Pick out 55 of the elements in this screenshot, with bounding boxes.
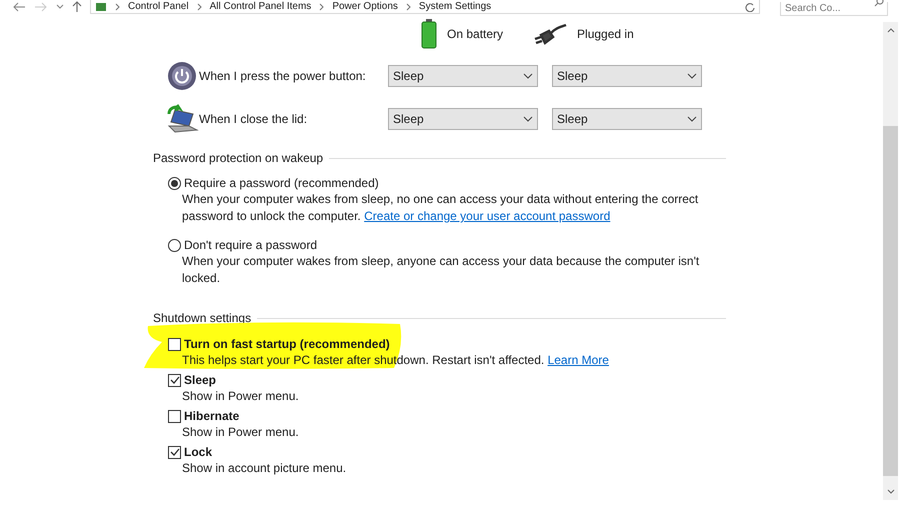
chevron-down-icon bbox=[687, 72, 697, 78]
plug-icon bbox=[533, 23, 568, 45]
power-icon bbox=[167, 60, 197, 90]
back-arrow-icon[interactable] bbox=[12, 2, 26, 12]
chevron-down-icon bbox=[523, 116, 533, 122]
option-description: Show in Power menu. bbox=[181, 424, 300, 441]
dropdown[interactable]: Sleep bbox=[552, 108, 702, 130]
breadcrumb-item[interactable]: Control Panel bbox=[128, 0, 189, 12]
checkbox-label[interactable]: Turn on fast startup (recommended) bbox=[184, 336, 390, 352]
chevron-right-icon bbox=[406, 2, 411, 10]
radio-button[interactable] bbox=[168, 176, 181, 190]
radio-label[interactable]: Require a password (recommended) bbox=[184, 175, 379, 191]
dropdown[interactable]: Sleep bbox=[388, 108, 538, 130]
breadcrumb-item[interactable]: System Settings bbox=[418, 0, 492, 12]
checkbox-label[interactable]: Hibernate bbox=[184, 408, 240, 424]
scrollbar-thumb[interactable] bbox=[883, 126, 898, 476]
option-description: When your computer wakes from sleep, no one can access your data without entering the correct password to unlock the computer. Create or change your user account password bbox=[181, 191, 700, 225]
option-description: When your computer wakes from sleep, anyone can access your data because the computer isn't locked. bbox=[181, 253, 700, 287]
setting-label: When I close the lid: bbox=[199, 110, 308, 128]
column-header: Plugged in bbox=[577, 26, 634, 43]
chevron-right-icon bbox=[319, 2, 324, 10]
dropdown[interactable]: Sleep bbox=[552, 64, 702, 86]
checkbox-label[interactable]: Sleep bbox=[184, 372, 216, 388]
checkbox[interactable] bbox=[168, 338, 181, 350]
column-header: On battery bbox=[447, 26, 504, 43]
scrollbar[interactable] bbox=[883, 22, 898, 500]
control-panel-icon bbox=[95, 2, 107, 12]
radio-label[interactable]: Don't require a password bbox=[184, 237, 318, 253]
checkbox-label[interactable]: Lock bbox=[184, 444, 212, 460]
battery-icon bbox=[421, 19, 437, 49]
checkbox[interactable] bbox=[168, 446, 181, 458]
chevron-right-icon bbox=[115, 2, 120, 10]
breadcrumb-item[interactable]: Power Options bbox=[332, 0, 398, 12]
search-field[interactable]: Search Co... bbox=[780, 2, 888, 16]
search-icon bbox=[874, 0, 884, 7]
dropdown[interactable]: Sleep bbox=[388, 64, 538, 86]
chevron-down-icon bbox=[523, 72, 533, 78]
setting-label: When I press the power button: bbox=[199, 68, 367, 84]
checkbox[interactable] bbox=[168, 374, 181, 386]
option-description: Show in account picture menu. bbox=[181, 460, 348, 477]
breadcrumb-item[interactable]: All Control Panel Items bbox=[210, 0, 312, 12]
section-title: Password protection on wakeup bbox=[153, 150, 324, 167]
option-description: Show in Power menu. bbox=[181, 388, 300, 405]
section-title: Shutdown settings bbox=[153, 310, 252, 327]
address-bar[interactable]: Control Panel All Control Panel Items Power Options System Settings bbox=[90, 0, 760, 14]
checkbox[interactable] bbox=[168, 410, 181, 422]
chevron-down-icon bbox=[687, 116, 697, 122]
radio-button[interactable] bbox=[168, 238, 181, 252]
caret-icon[interactable] bbox=[56, 4, 64, 10]
chevron-right-icon bbox=[196, 2, 202, 10]
laptop-icon bbox=[167, 104, 199, 134]
password-link[interactable]: Create or change your user account password bbox=[364, 209, 610, 223]
learn-more-link[interactable]: Learn More bbox=[548, 353, 609, 367]
refresh-icon[interactable] bbox=[745, 2, 755, 12]
up-arrow-icon[interactable] bbox=[72, 1, 82, 13]
